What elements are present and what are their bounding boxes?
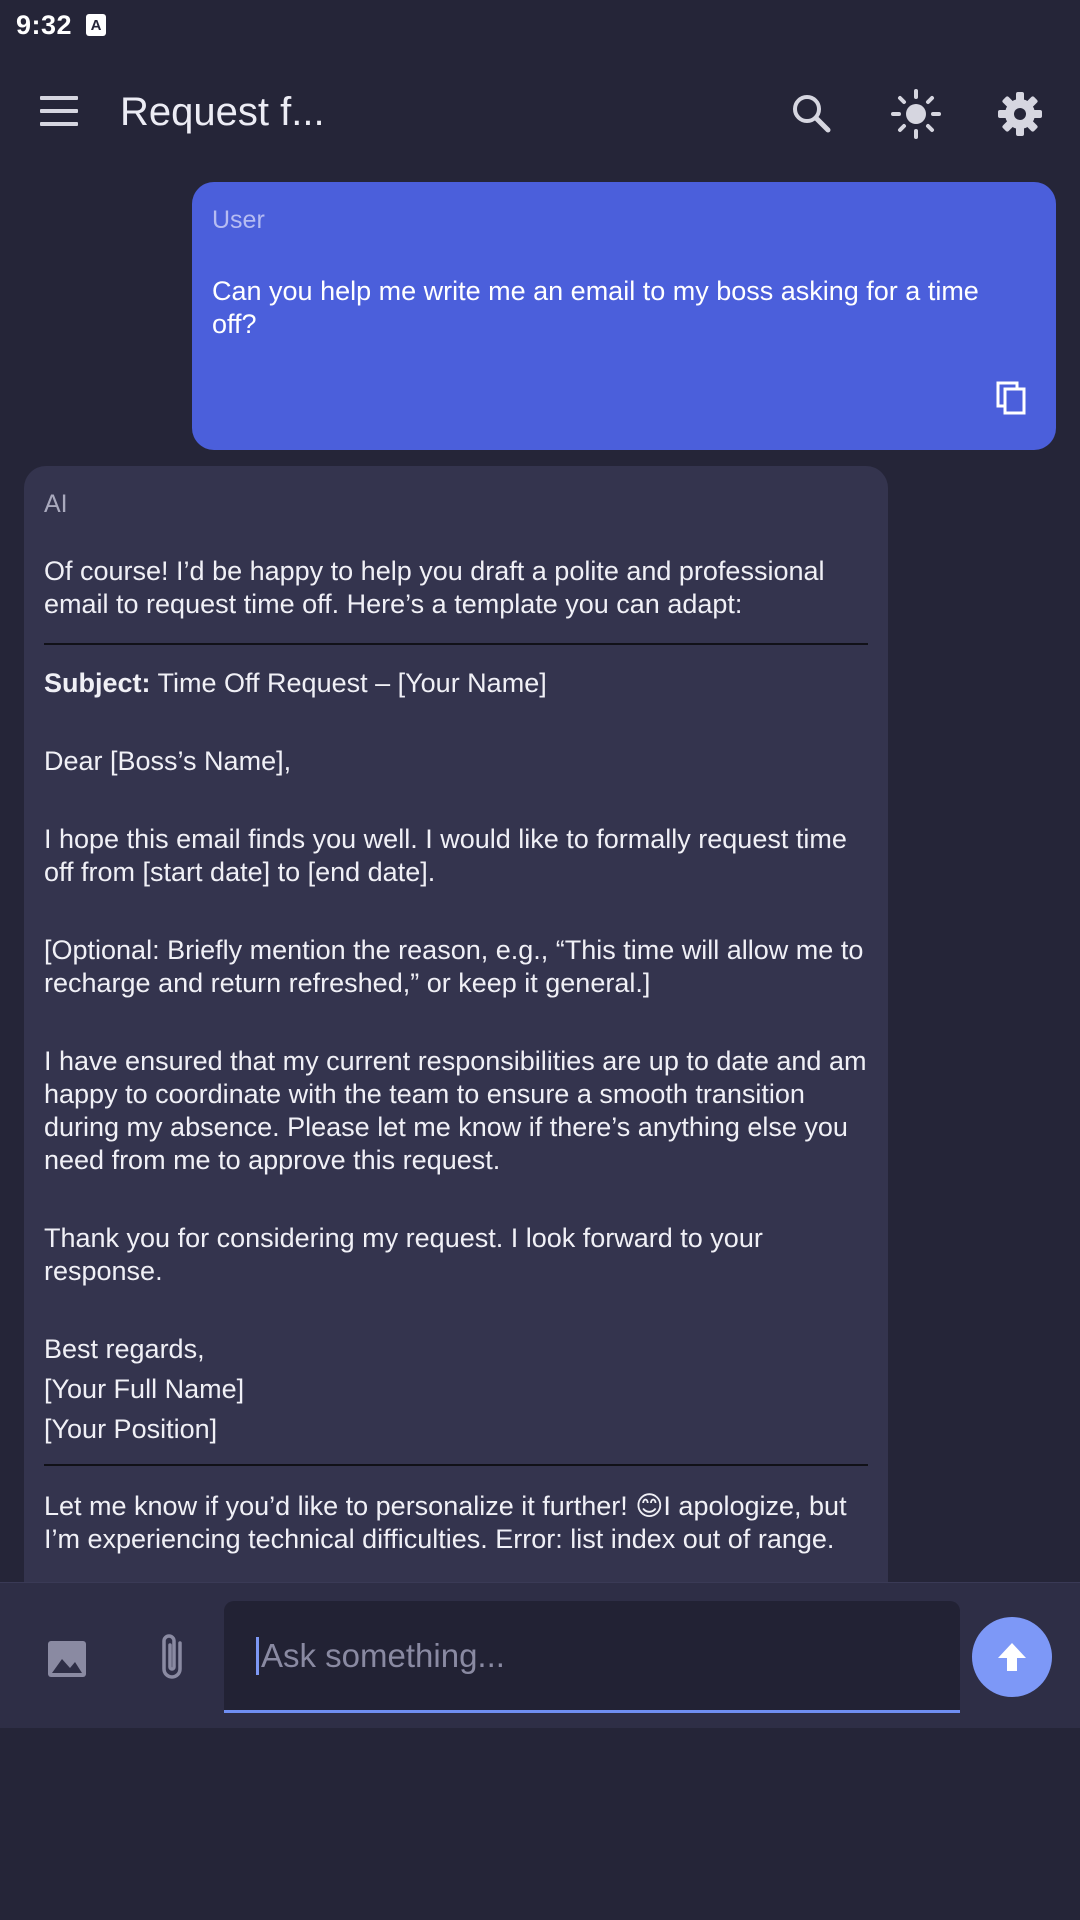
- brightness-icon: [891, 89, 941, 139]
- input-bar: Ask something...: [0, 1582, 1080, 1728]
- app-bar: Request f...: [0, 50, 1080, 176]
- image-icon: [48, 1641, 86, 1677]
- subject-value: Time Off Request – [Your Name]: [150, 668, 547, 698]
- email-paragraph: I have ensured that my current responsib…: [44, 1046, 867, 1175]
- signature-name: [Your Full Name]: [44, 1374, 245, 1404]
- settings-button[interactable]: [992, 86, 1048, 142]
- menu-button[interactable]: [40, 96, 80, 132]
- message-role: AI: [44, 490, 68, 518]
- menu-icon-line: [40, 96, 78, 100]
- closing: Best regards,: [44, 1334, 205, 1364]
- ai-outro: Let me know if you’d like to personalize…: [44, 1491, 847, 1554]
- menu-icon-line: [40, 109, 78, 113]
- search-icon: [793, 95, 831, 133]
- signature-position: [Your Position]: [44, 1414, 218, 1444]
- email-greeting: Dear [Boss’s Name],: [44, 746, 292, 776]
- subject-label: Subject:: [44, 668, 151, 698]
- attach-button[interactable]: [150, 1631, 198, 1683]
- input-placeholder: Ask something...: [261, 1636, 505, 1674]
- notification-icon: A: [86, 14, 107, 36]
- email-paragraph: Thank you for considering my request. I …: [44, 1223, 763, 1286]
- user-message-text: Can you help me write me an email to my …: [212, 276, 979, 339]
- search-button[interactable]: [784, 86, 840, 142]
- conversation-title: Request f...: [120, 90, 325, 134]
- email-paragraph: [Optional: Briefly mention the reason, e…: [44, 935, 864, 998]
- text-cursor: [256, 1636, 259, 1675]
- ai-intro: Of course! I’d be happy to help you draf…: [44, 556, 825, 619]
- message-role: User: [212, 206, 265, 234]
- email-paragraph: I hope this email finds you well. I woul…: [44, 824, 847, 887]
- status-time: 9:32: [16, 9, 73, 40]
- ai-message-body: Of course! I’d be happy to help you draf…: [44, 555, 868, 1556]
- ai-message: AI Of course! I’d be happy to help you d…: [24, 466, 888, 1582]
- divider: [44, 643, 868, 645]
- email-subject: Subject: Time Off Request – [Your Name]: [44, 667, 868, 700]
- chat-messages[interactable]: User Can you help me write me an email t…: [0, 176, 1080, 1582]
- image-button[interactable]: [44, 1635, 92, 1683]
- send-arrow-icon: [998, 1643, 1026, 1671]
- send-button[interactable]: [972, 1617, 1052, 1697]
- menu-icon-line: [40, 122, 78, 126]
- attachment-icon: [162, 1634, 182, 1679]
- user-message: User Can you help me write me an email t…: [192, 182, 1056, 450]
- copy-icon: [996, 381, 1026, 415]
- divider: [44, 1464, 868, 1466]
- copy-button[interactable]: [994, 380, 1030, 416]
- email-signature: Best regards, [Your Full Name] [Your Pos…: [44, 1333, 868, 1446]
- gear-icon: [998, 92, 1042, 136]
- theme-toggle-button[interactable]: [888, 86, 944, 142]
- status-bar: 9:32 A: [0, 0, 1080, 50]
- message-input[interactable]: Ask something...: [224, 1601, 960, 1713]
